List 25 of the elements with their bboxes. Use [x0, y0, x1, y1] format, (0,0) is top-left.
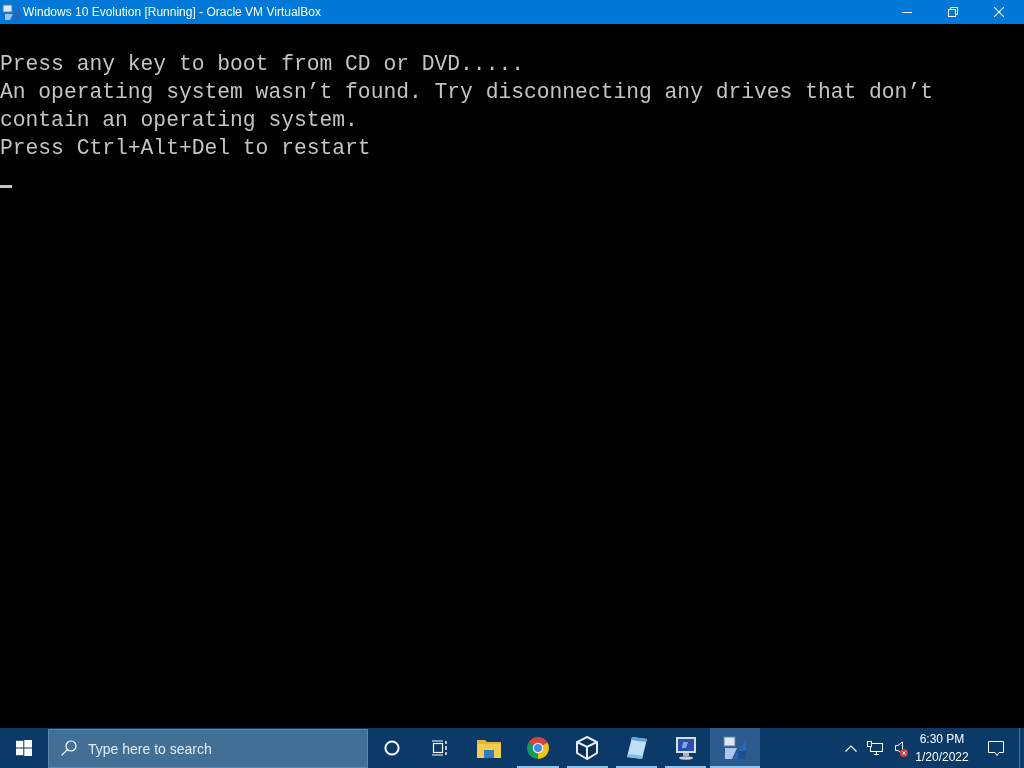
windows-logo-icon	[16, 740, 32, 756]
console-text: Press any key to boot from CD or DVD.....	[0, 51, 524, 78]
ring-icon	[384, 740, 400, 756]
app-logo-icon	[723, 736, 748, 760]
search-field[interactable]: Type here to search	[48, 729, 368, 768]
minimize-icon	[902, 11, 912, 13]
task-view-icon	[432, 740, 448, 756]
console-text: An operating system wasn’t found. Try disconnecting any drives that don’t	[0, 79, 933, 106]
clock[interactable]: 6:30 PM 1/20/2022	[911, 728, 973, 768]
taskbar-app[interactable]	[710, 728, 760, 768]
restore-icon	[948, 7, 958, 17]
console-text: contain an operating system.	[0, 107, 358, 134]
speaker-icon	[894, 741, 904, 755]
speech-bubble-icon	[988, 740, 1004, 756]
window-title: Windows 10 Evolution [Running] - Oracle VM VirtualBox	[23, 5, 321, 19]
search-icon	[61, 740, 77, 756]
console-text: Press Ctrl+Alt+Del to restart	[0, 135, 371, 162]
close-icon	[994, 7, 1004, 17]
monitor-icon	[673, 736, 698, 760]
browser-icon	[525, 736, 550, 760]
network-icon	[867, 741, 883, 755]
paper-sheet-icon	[624, 736, 649, 760]
cube-icon	[575, 736, 600, 760]
chevron-up-icon	[845, 744, 857, 752]
app-logo-icon	[2, 3, 20, 21]
